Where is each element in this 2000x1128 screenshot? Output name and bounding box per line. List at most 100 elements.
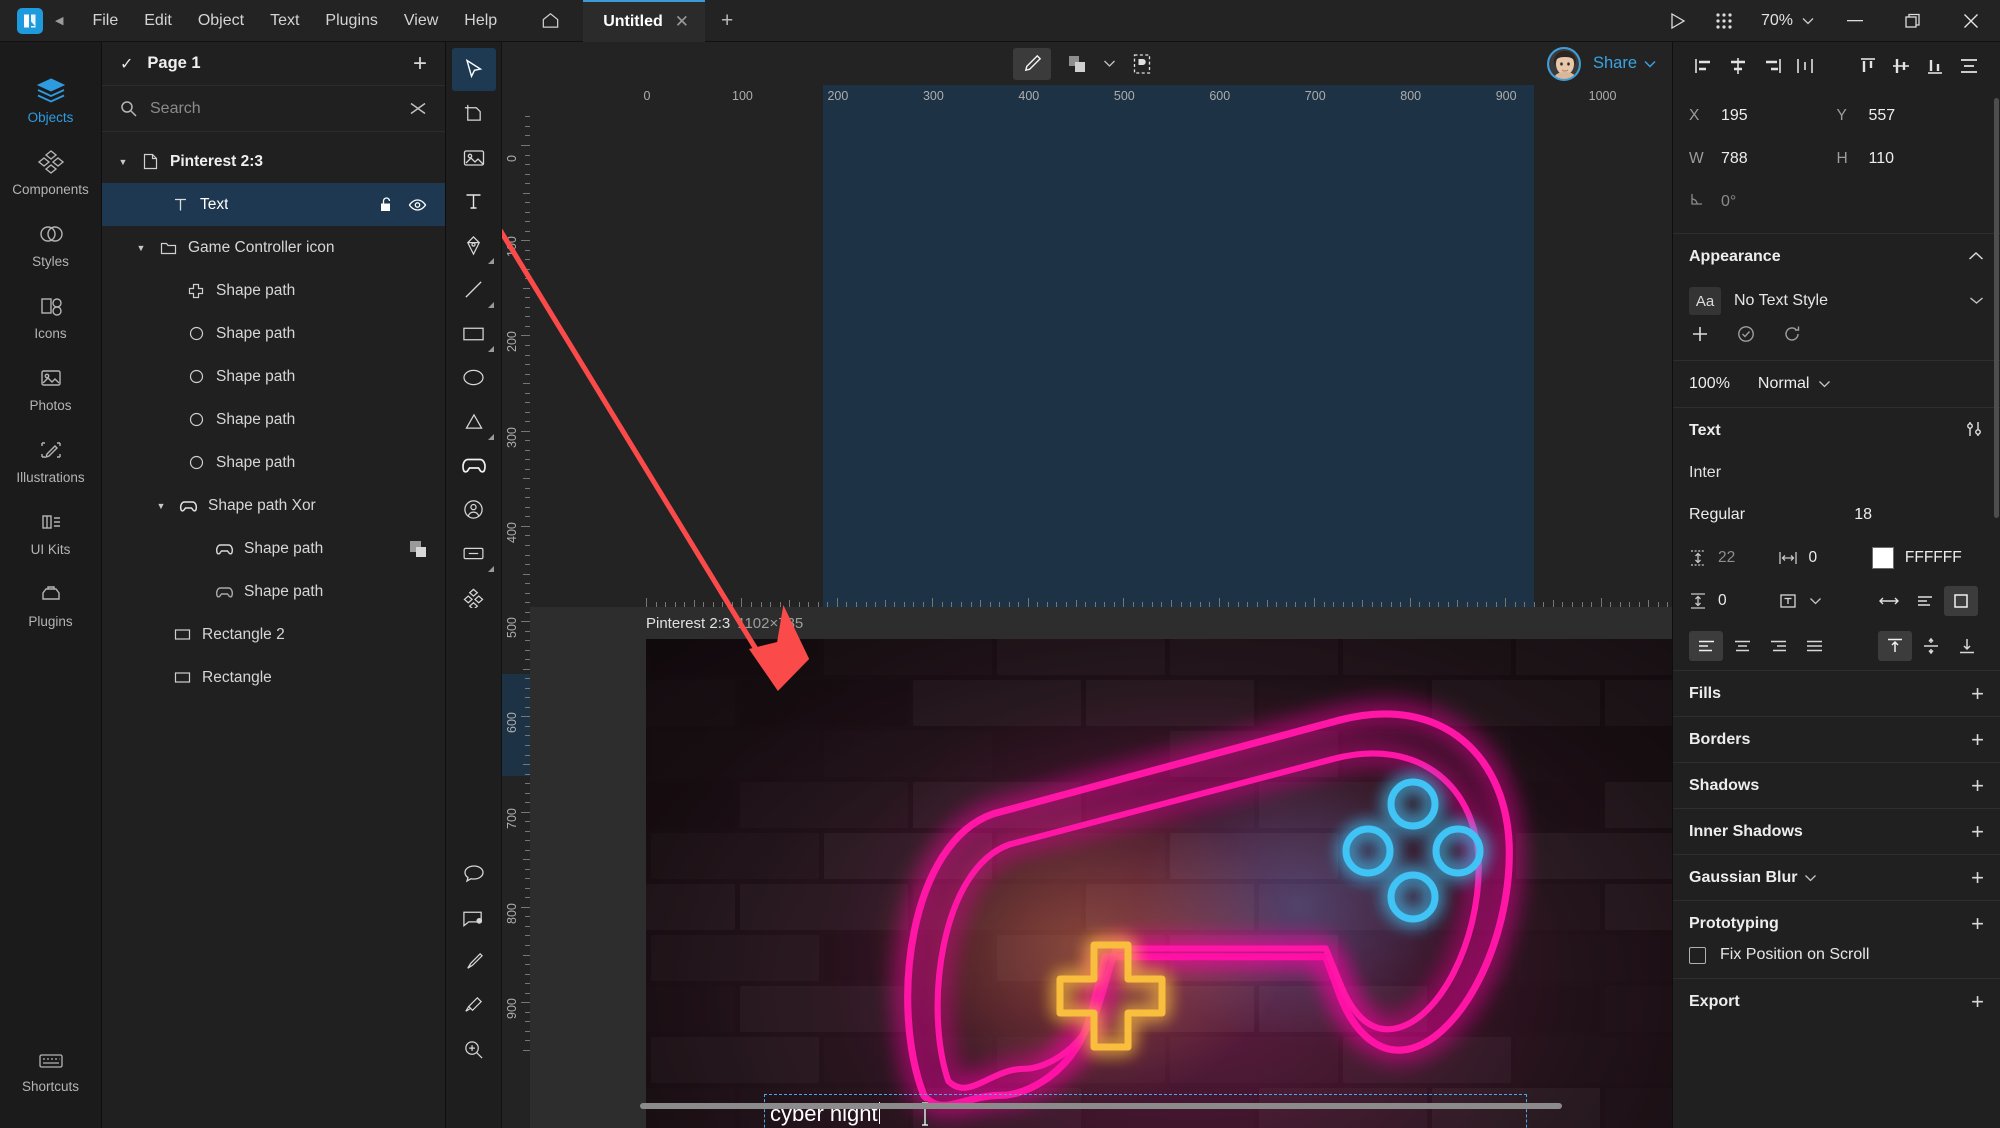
layer-row-game-controller-icon[interactable]: ▼ Game Controller icon bbox=[102, 226, 445, 269]
layer-row-text[interactable]: Text bbox=[102, 183, 445, 226]
text-settings-button[interactable] bbox=[1964, 420, 1984, 442]
rail-item-illustrations[interactable]: Illustrations bbox=[0, 424, 102, 496]
search-input[interactable] bbox=[150, 100, 396, 118]
valign-bottom-button[interactable] bbox=[1950, 631, 1984, 661]
horizontal-ruler[interactable]: 010020030040050060070080090010001100 bbox=[530, 85, 1672, 607]
tool-submenu-indicator[interactable] bbox=[488, 434, 494, 440]
add-inner-shadow-button[interactable]: + bbox=[1971, 821, 1984, 843]
chevron-down-icon[interactable] bbox=[1103, 59, 1116, 68]
components-tool[interactable] bbox=[452, 576, 496, 619]
auto-height-button[interactable] bbox=[1908, 586, 1942, 616]
valign-middle-button[interactable] bbox=[1914, 631, 1948, 661]
text-color-field[interactable]: FFFFFF bbox=[1872, 547, 1962, 569]
add-style-button[interactable] bbox=[1691, 325, 1709, 348]
tool-submenu-indicator[interactable] bbox=[488, 566, 494, 572]
align-middle-button[interactable] bbox=[1886, 51, 1916, 81]
layer-row-shape-path-circle-2[interactable]: Shape path bbox=[102, 355, 445, 398]
y-field[interactable]: Y 557 bbox=[1837, 107, 1985, 125]
tab-untitled[interactable]: Untitled ✕ bbox=[583, 0, 705, 42]
new-tab-button[interactable]: + bbox=[705, 0, 749, 42]
polygon-tool[interactable] bbox=[452, 400, 496, 443]
blur-type-chevron-icon[interactable] bbox=[1804, 869, 1817, 887]
edit-path-button[interactable] bbox=[1013, 48, 1051, 80]
text-align-left-button[interactable] bbox=[1689, 631, 1723, 661]
boolean-ops-button[interactable] bbox=[1058, 48, 1096, 80]
add-prototype-button[interactable]: + bbox=[1971, 913, 1984, 935]
apply-style-button[interactable] bbox=[1737, 325, 1755, 348]
collapse-menu-icon[interactable]: ◀ bbox=[55, 14, 63, 27]
eyedropper-tool[interactable] bbox=[452, 984, 496, 1027]
avatar-tool[interactable] bbox=[452, 488, 496, 531]
layer-row-shape-path-circle-4[interactable]: Shape path bbox=[102, 441, 445, 484]
rail-item-icons[interactable]: Icons bbox=[0, 280, 102, 352]
fixed-size-button[interactable] bbox=[1944, 586, 1978, 616]
align-top-button[interactable] bbox=[1853, 51, 1883, 81]
collapse-all-icon[interactable] bbox=[409, 102, 427, 115]
height-field[interactable]: H 110 bbox=[1837, 150, 1985, 168]
pen-tool[interactable] bbox=[452, 224, 496, 267]
share-button[interactable]: Share bbox=[1593, 54, 1656, 73]
vertical-ruler[interactable]: 0 100 200 300 400 500 600 700 800 900 bbox=[502, 113, 530, 1128]
align-right-button[interactable] bbox=[1757, 51, 1787, 81]
rectangle-tool[interactable] bbox=[452, 312, 496, 355]
scrollbar-thumb[interactable] bbox=[640, 1103, 1562, 1109]
rail-item-photos[interactable]: Photos bbox=[0, 352, 102, 424]
boolean-subtract-icon[interactable] bbox=[409, 540, 427, 558]
maximize-restore-button[interactable] bbox=[1884, 0, 1942, 42]
menu-edit[interactable]: Edit bbox=[131, 7, 185, 35]
fix-position-row[interactable]: Fix Position on Scroll bbox=[1673, 946, 2000, 978]
text-align-center-button[interactable] bbox=[1725, 631, 1759, 661]
home-button[interactable] bbox=[532, 6, 569, 35]
add-border-button[interactable]: + bbox=[1971, 729, 1984, 751]
tool-submenu-indicator[interactable] bbox=[488, 302, 494, 308]
text-tool[interactable] bbox=[452, 180, 496, 223]
page-selector[interactable]: ✓ Page 1 + bbox=[102, 42, 445, 86]
layer-row-shape-path-xor-child-2[interactable]: Shape path bbox=[102, 570, 445, 613]
align-bottom-button[interactable] bbox=[1920, 51, 1950, 81]
button-tool[interactable] bbox=[452, 532, 496, 575]
text-align-right-button[interactable] bbox=[1761, 631, 1795, 661]
close-window-button[interactable] bbox=[1942, 0, 2000, 42]
chevron-down-icon[interactable] bbox=[1969, 292, 1984, 310]
distribute-v-button[interactable] bbox=[1954, 51, 1984, 81]
layer-row-shape-path-xor[interactable]: ▼ Shape path Xor bbox=[102, 484, 445, 527]
artboard-label[interactable]: Pinterest 2:3 1102×735 bbox=[646, 615, 803, 632]
menu-view[interactable]: View bbox=[391, 7, 451, 35]
menu-help[interactable]: Help bbox=[451, 7, 510, 35]
font-family-row[interactable]: Inter bbox=[1673, 453, 2000, 493]
rail-item-ui-kits[interactable]: UI Kits bbox=[0, 496, 102, 568]
auto-resize-dropdown[interactable] bbox=[1778, 592, 1872, 610]
appearance-section-header[interactable]: Appearance bbox=[1673, 234, 2000, 279]
minimize-button[interactable] bbox=[1826, 0, 1884, 42]
layer-row-shape-path-xor-child-1[interactable]: Shape path bbox=[102, 527, 445, 570]
letter-spacing-field[interactable]: 0 bbox=[1778, 549, 1872, 567]
canvas-horizontal-scrollbar[interactable] bbox=[530, 1103, 1672, 1123]
rail-item-plugins[interactable]: Plugins bbox=[0, 568, 102, 640]
add-shadow-button[interactable]: + bbox=[1971, 775, 1984, 797]
align-left-button[interactable] bbox=[1689, 51, 1719, 81]
font-weight-field[interactable]: Regular bbox=[1689, 506, 1854, 524]
add-fill-button[interactable]: + bbox=[1971, 683, 1984, 705]
comment-tool[interactable] bbox=[452, 852, 496, 895]
sticker-tool[interactable] bbox=[452, 896, 496, 939]
ellipse-tool[interactable] bbox=[452, 356, 496, 399]
line-height-field[interactable]: 22 bbox=[1689, 549, 1778, 567]
zoom-tool[interactable] bbox=[452, 1028, 496, 1071]
tool-submenu-indicator[interactable] bbox=[488, 346, 494, 352]
mask-button[interactable] bbox=[1123, 48, 1161, 80]
layer-row-shape-path-cross[interactable]: Shape path bbox=[102, 269, 445, 312]
color-swatch[interactable] bbox=[1872, 547, 1894, 569]
zoom-level-dropdown[interactable]: 70% bbox=[1747, 12, 1826, 30]
image-tool[interactable] bbox=[452, 136, 496, 179]
play-preview-button[interactable] bbox=[1655, 0, 1701, 42]
x-field[interactable]: X 195 bbox=[1689, 107, 1837, 125]
add-page-button[interactable]: + bbox=[413, 52, 427, 76]
add-export-button[interactable]: + bbox=[1971, 991, 1984, 1013]
design-canvas[interactable]: Pinterest 2:3 1102×735 cyber night bbox=[530, 607, 1672, 1128]
chevron-down-icon[interactable]: ▼ bbox=[134, 243, 148, 253]
unlock-icon[interactable] bbox=[379, 196, 394, 213]
rail-item-styles[interactable]: Styles bbox=[0, 208, 102, 280]
layer-row-rectangle-2[interactable]: Rectangle 2 bbox=[102, 613, 445, 656]
gamepad-tool[interactable] bbox=[452, 444, 496, 487]
auto-width-button[interactable] bbox=[1872, 586, 1906, 616]
